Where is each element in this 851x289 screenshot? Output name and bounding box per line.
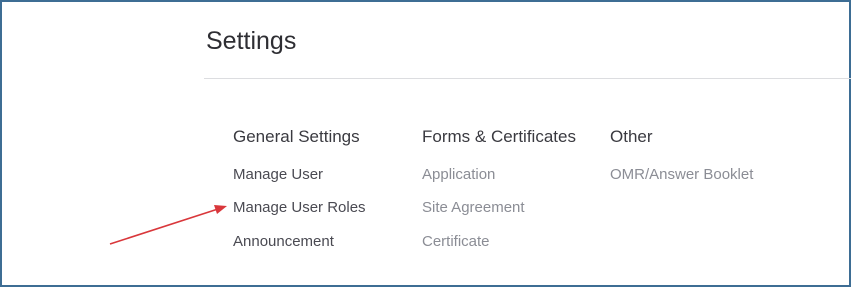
screenshot-frame: Settings General Settings Manage User Ma… xyxy=(0,0,851,287)
red-arrow-icon xyxy=(109,205,227,245)
